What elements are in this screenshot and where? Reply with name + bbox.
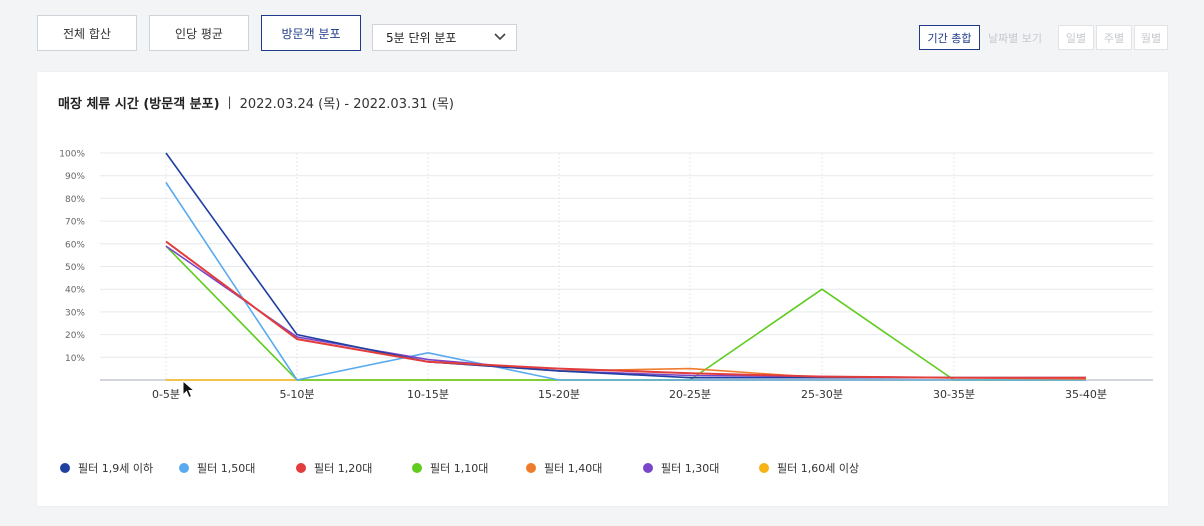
legend-swatch xyxy=(60,463,70,473)
legend-item[interactable]: 필터 1,10대 xyxy=(412,460,488,476)
series-line xyxy=(165,152,1086,379)
legend-swatch xyxy=(643,463,653,473)
legend-swatch xyxy=(526,463,536,473)
x-tick-label: 0-5분 xyxy=(152,388,180,401)
y-tick-label: 100% xyxy=(59,150,85,160)
x-tick-label: 25-30분 xyxy=(801,388,843,401)
y-tick-label: 60% xyxy=(65,240,85,250)
x-tick-label: 30-35분 xyxy=(933,388,975,401)
y-tick-label: 70% xyxy=(65,218,85,228)
legend-swatch xyxy=(179,463,189,473)
y-tick-label: 40% xyxy=(65,286,85,296)
legend-label: 필터 1,10대 xyxy=(430,462,489,475)
legend-item[interactable]: 필터 1,9세 이하 xyxy=(60,460,153,476)
legend-label: 필터 1,9세 이하 xyxy=(78,462,154,475)
legend-item[interactable]: 필터 1,50대 xyxy=(179,460,255,476)
legend-swatch xyxy=(296,463,306,473)
legend-label: 필터 1,60세 이상 xyxy=(777,462,860,475)
y-tick-label: 50% xyxy=(65,263,85,273)
legend-item[interactable]: 필터 1,60세 이상 xyxy=(759,460,859,476)
legend-swatch xyxy=(759,463,769,473)
y-tick-label: 10% xyxy=(65,354,85,364)
x-tick-label: 35-40분 xyxy=(1065,388,1107,401)
series-line xyxy=(165,240,1087,380)
legend-label: 필터 1,40대 xyxy=(544,462,603,475)
y-tick-label: 90% xyxy=(65,172,85,182)
legend-label: 필터 1,20대 xyxy=(314,462,373,475)
y-tick-label: 80% xyxy=(65,195,85,205)
x-tick-label: 15-20분 xyxy=(538,388,580,401)
legend-swatch xyxy=(412,463,422,473)
x-tick-label: 20-25분 xyxy=(669,388,711,401)
legend-item[interactable]: 필터 1,40대 xyxy=(526,460,602,476)
legend-label: 필터 1,30대 xyxy=(661,462,720,475)
x-tick-label: 10-15분 xyxy=(407,388,449,401)
y-tick-label: 30% xyxy=(65,308,85,318)
series-line xyxy=(165,182,1086,381)
mouse-cursor-icon xyxy=(182,380,196,399)
legend-label: 필터 1,50대 xyxy=(197,462,256,475)
y-tick-label: 20% xyxy=(65,331,85,341)
legend-item[interactable]: 필터 1,30대 xyxy=(643,460,719,476)
line-chart: 10% 20% 30% 40% 50% 60% 70% 80% 90% 100% 0-5분 5-10분… xyxy=(59,150,1153,401)
legend-item[interactable]: 필터 1,20대 xyxy=(296,460,372,476)
x-tick-label: 5-10분 xyxy=(279,388,314,401)
